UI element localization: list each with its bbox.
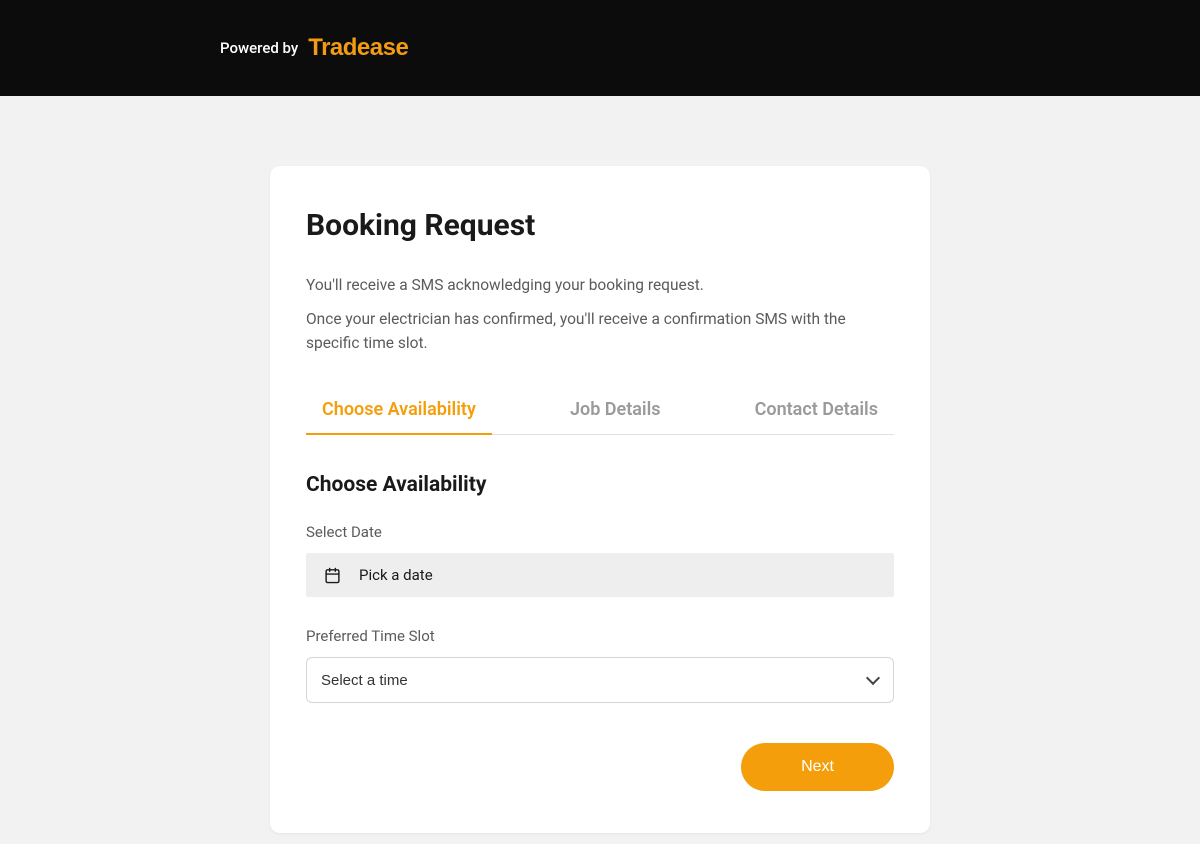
date-picker[interactable]: Pick a date bbox=[306, 553, 894, 597]
time-select[interactable]: Select a time bbox=[306, 657, 894, 703]
date-picker-placeholder: Pick a date bbox=[359, 566, 433, 584]
calendar-icon bbox=[324, 567, 341, 584]
step-tabs: Choose Availability Job Details Contact … bbox=[306, 385, 894, 435]
intro-text-1: You'll receive a SMS acknowledging your … bbox=[306, 273, 894, 297]
powered-by-label: Powered by bbox=[220, 39, 298, 57]
booking-card: Booking Request You'll receive a SMS ack… bbox=[270, 166, 930, 833]
form-actions: Next bbox=[306, 743, 894, 791]
page-title: Booking Request bbox=[306, 208, 894, 243]
time-select-wrap: Select a time bbox=[306, 657, 894, 703]
date-field-label: Select Date bbox=[306, 523, 894, 541]
tab-job-details[interactable]: Job Details bbox=[554, 385, 677, 434]
section-title: Choose Availability bbox=[306, 473, 894, 497]
brand-logo: Tradease bbox=[308, 34, 408, 62]
intro-text-2: Once your electrician has confirmed, you… bbox=[306, 307, 894, 355]
time-field-label: Preferred Time Slot bbox=[306, 627, 894, 645]
page-body: Booking Request You'll receive a SMS ack… bbox=[0, 96, 1200, 833]
tab-contact-details[interactable]: Contact Details bbox=[739, 385, 894, 434]
next-button[interactable]: Next bbox=[741, 743, 894, 791]
tab-choose-availability[interactable]: Choose Availability bbox=[306, 385, 492, 434]
app-header: Powered by Tradease bbox=[0, 0, 1200, 96]
